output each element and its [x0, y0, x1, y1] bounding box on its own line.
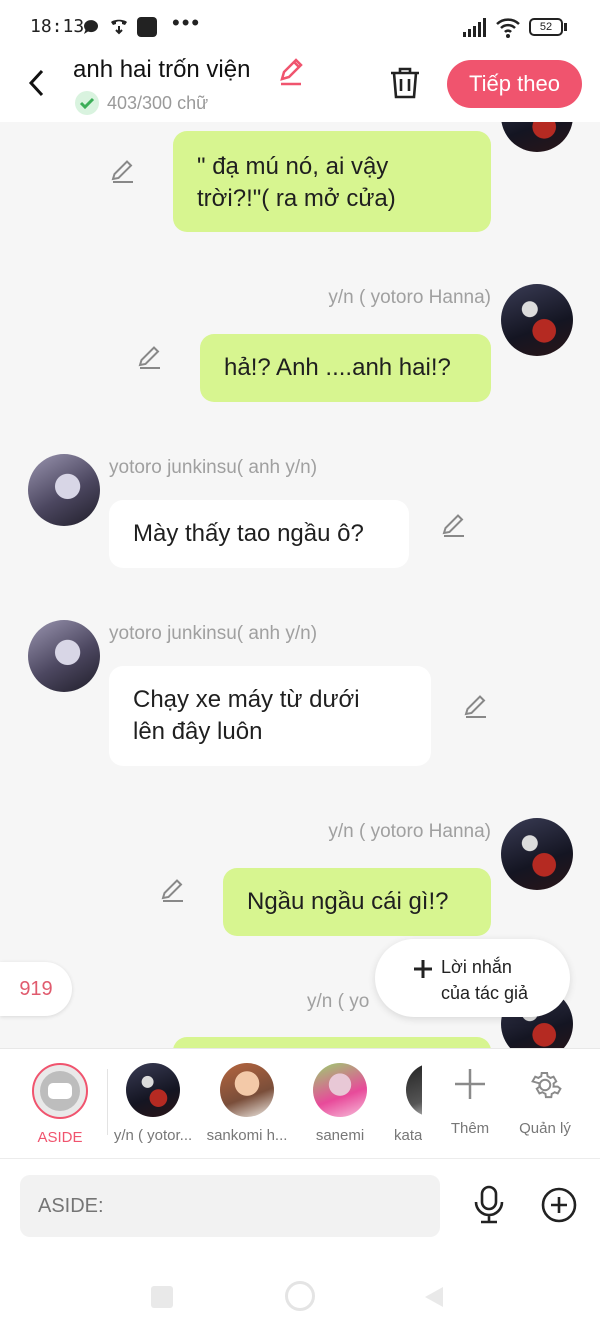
message-text-line: hả!? Anh ....anh hai!? [224, 354, 451, 381]
speaker-name: y/n ( yotoro Hanna) [328, 287, 491, 308]
character-bar: ASIDE y/n ( yotor... sankomi h... sanemi… [0, 1048, 600, 1159]
character-kata[interactable]: kata [390, 1063, 422, 1144]
wifi-icon [496, 18, 520, 38]
system-nav-bar [0, 1253, 600, 1333]
square-icon [137, 17, 157, 37]
message-bubble[interactable]: hả!? Anh ....anh hai!? [200, 334, 491, 402]
add-character-button[interactable]: Thêm [427, 1063, 513, 1137]
character-sankomi[interactable]: sankomi h... [204, 1063, 290, 1144]
edit-icon[interactable] [110, 158, 136, 184]
author-note-label: Lời nhắn [441, 957, 512, 977]
character-label: sanemi [315, 1127, 365, 1144]
avatar [126, 1063, 180, 1117]
check-circle-icon [75, 91, 99, 115]
status-bar: 18:13 ••• 52 [0, 0, 600, 56]
character-yn[interactable]: y/n ( yotor... [110, 1063, 196, 1144]
edit-icon[interactable] [463, 693, 489, 719]
character-aside[interactable]: ASIDE [17, 1063, 103, 1146]
battery-tip [564, 23, 567, 31]
divider [107, 1069, 108, 1135]
speaker-name: yotoro junkinsu( anh y/n) [109, 457, 318, 478]
story-title[interactable]: anh hai trốn viện [73, 56, 250, 84]
message-text-line: trời?!"( ra mở cửa) [197, 185, 396, 212]
avatar[interactable] [28, 454, 100, 526]
manage-button[interactable]: Quản lý [502, 1063, 588, 1137]
message-bubble[interactable]: " đạ mú nó, ai vậy trời?!"( ra mở cửa) [173, 131, 491, 232]
message-text-line: Mày thấy tao ngầu ô? [133, 520, 364, 547]
avatar[interactable] [501, 122, 573, 152]
avatar [406, 1063, 422, 1117]
call-icon [111, 19, 127, 35]
editor-header: anh hai trốn viện 403/300 chữ Tiếp theo [0, 56, 600, 122]
back-icon[interactable] [26, 68, 48, 98]
manage-label: Quản lý [519, 1120, 571, 1137]
character-sanemi[interactable]: sanemi [297, 1063, 383, 1144]
plus-icon [455, 1069, 485, 1099]
character-label: ASIDE [37, 1129, 83, 1146]
character-label: y/n ( yotor... [113, 1127, 193, 1144]
input-bar [0, 1158, 600, 1254]
microphone-icon[interactable] [472, 1185, 506, 1225]
status-time: 18:13 [30, 16, 85, 37]
plus-icon [414, 960, 432, 978]
avatar[interactable] [501, 284, 573, 356]
avatar [313, 1063, 367, 1117]
pencil-icon[interactable] [278, 58, 306, 86]
word-count-badge[interactable]: 919 [0, 962, 72, 1016]
author-note-label: của tác giả [441, 983, 529, 1003]
speaker-name: yotoro junkinsu( anh y/n) [109, 623, 318, 644]
aside-icon [32, 1063, 88, 1119]
more-icon: ••• [172, 10, 202, 35]
edit-icon[interactable] [137, 344, 163, 370]
avatar[interactable] [28, 620, 100, 692]
home-button[interactable] [285, 1281, 315, 1311]
recents-button[interactable] [151, 1286, 173, 1308]
message-text-line: " đạ mú nó, ai vậy [197, 153, 389, 180]
gear-icon [531, 1072, 562, 1099]
chat-area[interactable]: " đạ mú nó, ai vậy trời?!"( ra mở cửa) y… [0, 122, 600, 1048]
chat-bubble-icon [83, 20, 98, 34]
message-bubble[interactable] [173, 1037, 491, 1048]
message-text-line: lên đây luôn [133, 718, 263, 745]
avatar [220, 1063, 274, 1117]
speaker-name: y/n ( yotoro Hanna) [328, 821, 491, 842]
trash-icon[interactable] [389, 66, 421, 100]
add-label: Thêm [450, 1120, 490, 1137]
message-input[interactable] [20, 1175, 440, 1237]
back-nav-button[interactable] [423, 1285, 445, 1309]
message-bubble[interactable]: Ngầu ngầu cái gì!? [223, 868, 491, 936]
character-label: kata [394, 1127, 422, 1144]
avatar[interactable] [501, 818, 573, 890]
edit-icon[interactable] [160, 877, 186, 903]
character-label: sankomi h... [206, 1127, 288, 1144]
message-text-line: Ngầu ngầu cái gì!? [247, 888, 449, 915]
speaker-name: y/n ( yo [307, 991, 370, 1012]
message-text-line: Chạy xe máy từ dưới [133, 686, 360, 713]
add-circle-icon[interactable] [541, 1187, 577, 1223]
signal-icon [463, 18, 486, 37]
edit-icon[interactable] [441, 512, 467, 538]
author-note-button[interactable]: Lời nhắn của tác giả [375, 939, 570, 1017]
next-button[interactable]: Tiếp theo [447, 60, 582, 108]
message-bubble[interactable]: Chạy xe máy từ dưới lên đây luôn [109, 666, 431, 766]
battery-icon: 52 [529, 18, 563, 36]
message-bubble[interactable]: Mày thấy tao ngầu ô? [109, 500, 409, 568]
word-count: 403/300 chữ [107, 93, 209, 113]
